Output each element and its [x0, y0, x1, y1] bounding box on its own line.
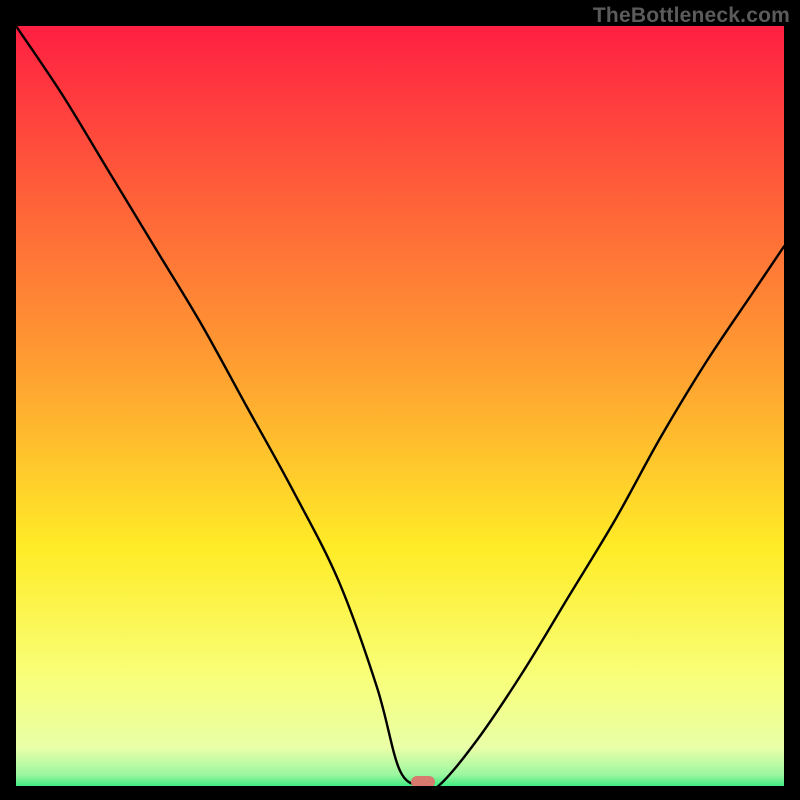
- watermark-text: TheBottleneck.com: [593, 4, 790, 28]
- chart-stage: TheBottleneck.com: [0, 0, 800, 800]
- plot-area: [16, 26, 784, 786]
- bottleneck-curve-path: [16, 26, 784, 786]
- bottleneck-marker: [411, 776, 435, 786]
- curve-layer: [16, 26, 784, 786]
